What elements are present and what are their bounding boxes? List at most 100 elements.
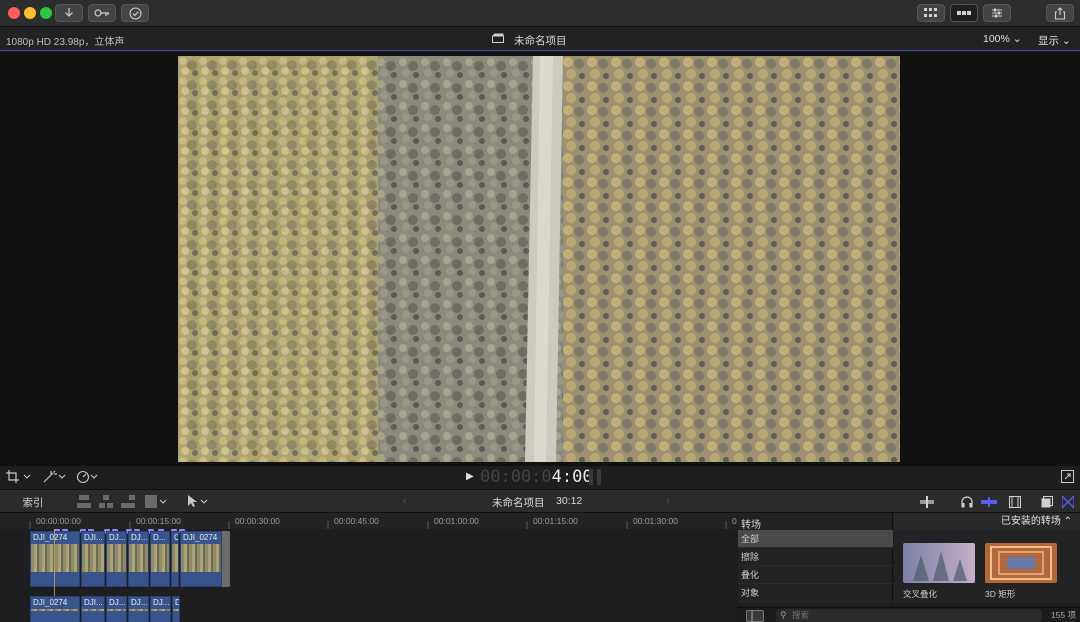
- filmstrip-icon: [1009, 496, 1021, 508]
- category-item-objects[interactable]: 对象: [738, 584, 893, 602]
- import-button[interactable]: [55, 4, 83, 22]
- tool-select-menu[interactable]: [186, 495, 210, 511]
- timecode-dim: 00:00:0: [480, 467, 552, 487]
- connect-clip-icon: [77, 495, 91, 508]
- clip-appearance-button[interactable]: [1009, 496, 1021, 511]
- skimming-button[interactable]: [920, 496, 934, 511]
- timeline-clip[interactable]: DJI_0274: [30, 596, 80, 622]
- timeline-clip[interactable]: DJI...: [81, 531, 105, 587]
- clip-name: DJ...: [153, 598, 170, 607]
- timeline-clip[interactable]: DJ...: [106, 596, 127, 622]
- view-menu-label: 显示: [1038, 35, 1059, 47]
- clip-trim-handle[interactable]: [222, 531, 230, 587]
- zoom-menu[interactable]: 100% ⌄: [983, 33, 1022, 45]
- zoom-window-button[interactable]: [40, 7, 52, 19]
- background-tasks-button[interactable]: [121, 4, 149, 22]
- fullscreen-button[interactable]: [1061, 470, 1074, 488]
- sidebar-toggle-button[interactable]: [746, 609, 764, 622]
- timeline-clip[interactable]: D: [172, 596, 180, 622]
- enhance-menu[interactable]: [43, 470, 67, 489]
- timeline-toolbar: 索引 ‹ 未命名项目 30:12 ›: [0, 489, 1080, 513]
- view-menu[interactable]: 显示 ⌄: [1038, 33, 1071, 48]
- crop-icon: [6, 470, 31, 483]
- viewer: [0, 52, 1080, 466]
- solo-icon: [981, 497, 997, 507]
- transition-label: 交叉叠化: [903, 589, 938, 599]
- clip-name: DJI_0274: [33, 533, 68, 542]
- viewer-project-title: 未命名项目: [514, 35, 567, 47]
- category-item-all[interactable]: 全部: [738, 530, 893, 548]
- clip-filmstrip: [107, 544, 126, 572]
- timeline-clip[interactable]: DJI_0274: [180, 531, 222, 587]
- clip-filmstrip: [31, 544, 79, 572]
- category-item-dissolves[interactable]: 叠化: [738, 566, 893, 584]
- clip-filmstrip: [151, 544, 169, 572]
- timeline-clip[interactable]: DJ...: [128, 596, 149, 622]
- search-placeholder: 搜索: [792, 610, 810, 620]
- timeline[interactable]: 00:00:00:00 00:00:15:00 00:00:30:00 00:0…: [0, 513, 737, 622]
- timeline-clip[interactable]: DJ...: [150, 596, 171, 622]
- inspector-toggle-button[interactable]: [983, 4, 1011, 22]
- timeline-clip[interactable]: D...: [150, 531, 170, 587]
- play-icon[interactable]: ▶: [466, 471, 474, 482]
- timecode-lit: 4:00: [551, 467, 593, 487]
- timeline-project-name: 未命名项目: [492, 497, 545, 509]
- timeline-clip[interactable]: DJ...: [128, 531, 149, 587]
- expand-icon: [1061, 470, 1074, 483]
- effects-icon: [1041, 496, 1053, 508]
- viewer-toolbar: ▶ 00:00:04:00: [0, 466, 1080, 488]
- transition-thumb-3d-rectangle[interactable]: [985, 543, 1057, 583]
- close-window-button[interactable]: [8, 7, 20, 19]
- aerial-forest-image: [178, 56, 900, 462]
- timeline-clip[interactable]: C: [171, 531, 179, 587]
- transition-thumb-cross-dissolve[interactable]: [903, 543, 975, 583]
- clip-name: DJ...: [109, 533, 126, 542]
- solo-button[interactable]: [981, 497, 997, 510]
- insert-clip-button[interactable]: [99, 495, 113, 511]
- timecode-display[interactable]: 00:00:04:00: [480, 467, 593, 487]
- transform-crop-menu[interactable]: [6, 470, 32, 489]
- browser-bottom-bar: ⚲ 搜索 155 项: [738, 607, 1080, 622]
- key-icon: [94, 9, 109, 17]
- back-chevron-icon[interactable]: ‹: [403, 495, 407, 507]
- speedometer-icon: [76, 470, 98, 484]
- index-button[interactable]: 索引: [0, 490, 66, 514]
- clip-filmstrip: [172, 544, 178, 572]
- transitions-grid: 已安装的转场 ⌃ 交叉叠化 3D 矩形: [894, 513, 1080, 603]
- effects-browser-button[interactable]: [1041, 496, 1053, 511]
- audio-skimming-button[interactable]: [961, 496, 973, 511]
- installed-transitions-menu[interactable]: 已安装的转场 ⌃: [894, 513, 1080, 530]
- append-clip-button[interactable]: [121, 495, 135, 511]
- transition-label: 3D 矩形: [985, 589, 1016, 599]
- video-frame[interactable]: [178, 56, 900, 462]
- clip-name: C: [174, 533, 178, 542]
- viewer-header: 1080p HD 23.98p，立体声 未命名项目 100% ⌄ 显示 ⌄: [0, 27, 1080, 51]
- timeline-ruler[interactable]: 00:00:00:00 00:00:15:00 00:00:30:00 00:0…: [0, 513, 737, 529]
- title-bar: [0, 0, 1080, 27]
- transitions-browser-button[interactable]: [1061, 495, 1075, 511]
- search-icon: ⚲: [780, 610, 787, 620]
- search-field[interactable]: ⚲ 搜索: [776, 609, 1042, 622]
- overwrite-clip-menu[interactable]: [145, 495, 169, 511]
- clip-name: DJI_0274: [183, 533, 218, 542]
- share-button[interactable]: [1046, 4, 1074, 22]
- connect-clip-button[interactable]: [77, 495, 91, 511]
- format-info: 1080p HD 23.98p，立体声: [6, 37, 125, 48]
- browser-toggle-button[interactable]: [917, 4, 945, 22]
- timeline-clip[interactable]: DJI_0274: [30, 531, 80, 587]
- timeline-clip[interactable]: DJ...: [106, 531, 127, 587]
- timeline-clip[interactable]: DJI...: [81, 596, 105, 622]
- timeline-toggle-button[interactable]: [950, 4, 978, 22]
- category-header: 转场: [741, 520, 761, 531]
- category-item-wipes[interactable]: 擦除: [738, 548, 893, 566]
- forward-chevron-icon[interactable]: ›: [666, 495, 670, 507]
- keywords-button[interactable]: [88, 4, 116, 22]
- cross-dissolve-preview: [903, 543, 975, 583]
- clip-name: DJ...: [109, 598, 126, 607]
- sliders-icon: [992, 8, 1002, 18]
- retime-menu[interactable]: [76, 470, 100, 489]
- minimize-window-button[interactable]: [24, 7, 36, 19]
- item-count: 155 项: [1050, 610, 1076, 620]
- clip-name: DJI...: [84, 598, 103, 607]
- chevron-down-icon: ⌄: [1061, 35, 1071, 47]
